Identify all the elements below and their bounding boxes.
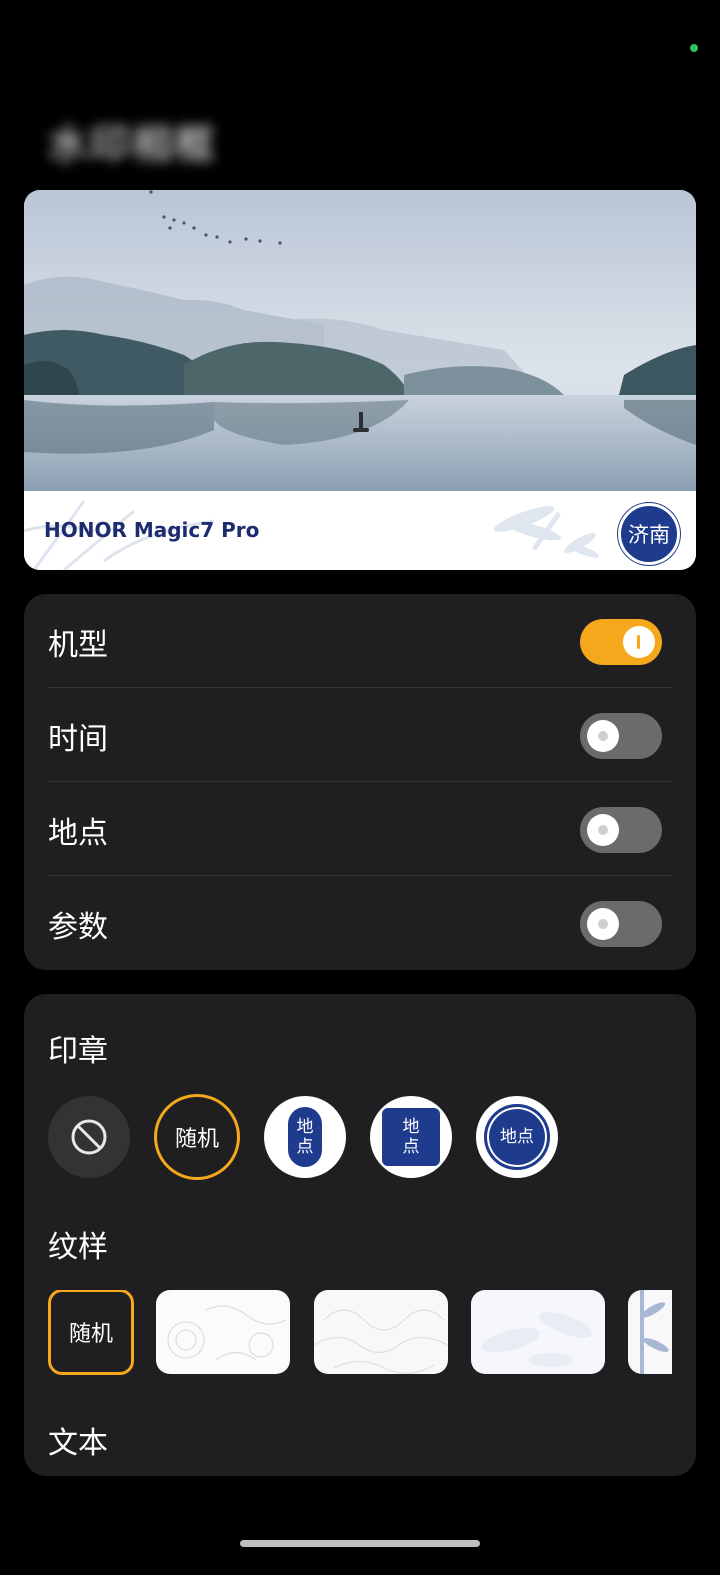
pattern-options: 随机 — [48, 1290, 672, 1376]
round-stamp: 地点 — [484, 1104, 550, 1170]
round-stamp-text: 地点 — [500, 1127, 534, 1147]
text-section-label: 文本 — [48, 1426, 108, 1461]
square-stamp: 地点 — [382, 1108, 440, 1166]
toggle-row-location[interactable]: 地点 — [24, 782, 696, 876]
switch-knob — [587, 814, 619, 846]
location-seal-text: 济南 — [628, 523, 670, 547]
seal-section-label: 印章 — [48, 1034, 108, 1069]
pattern-section-label: 纹样 — [48, 1230, 108, 1265]
device-model-text: HONOR Magic7 Pro — [44, 518, 260, 542]
seal-random-label: 随机 — [174, 1127, 219, 1152]
switch-knob — [587, 908, 619, 940]
pattern-option-ink-bamboo[interactable] — [628, 1290, 672, 1374]
style-options-card: 印章 随机 地点 地点 地点 纹样 随机 文本 — [24, 994, 696, 1476]
toggle-row-time[interactable]: 时间 — [24, 688, 696, 782]
seal-option-none[interactable] — [48, 1096, 130, 1178]
status-indicator-dot — [690, 44, 698, 52]
toggle-label: 时间 — [48, 722, 108, 757]
location-seal: 济南 — [618, 503, 680, 565]
switch-knob — [587, 720, 619, 752]
pattern-random-label: 随机 — [68, 1322, 113, 1347]
landscape-photo — [24, 190, 696, 491]
pattern-option-floral[interactable] — [156, 1290, 290, 1374]
switch-knob — [623, 626, 655, 658]
pattern-option-cloud[interactable] — [314, 1290, 448, 1374]
square-stamp-text: 地点 — [402, 1117, 420, 1157]
toggle-label: 机型 — [48, 628, 108, 663]
model-toggle-switch[interactable] — [580, 619, 662, 665]
time-toggle-switch[interactable] — [580, 713, 662, 759]
cloud-pattern — [314, 1309, 448, 1374]
watermark-frame: HONOR Magic7 Pro 济南 — [24, 491, 696, 570]
seal-options: 随机 地点 地点 地点 — [48, 1094, 668, 1182]
seal-option-random[interactable]: 随机 — [154, 1094, 240, 1180]
floral-pattern — [167, 1305, 287, 1361]
pattern-option-bamboo[interactable] — [471, 1290, 605, 1374]
bamboo-pattern — [481, 1312, 593, 1367]
oval-stamp: 地点 — [288, 1107, 322, 1167]
toggle-label: 参数 — [48, 910, 108, 945]
ink-bamboo-pattern — [640, 1290, 669, 1374]
seal-option-round[interactable]: 地点 — [476, 1096, 558, 1178]
seal-option-square[interactable]: 地点 — [370, 1096, 452, 1178]
page-title-text: 水印相框 — [48, 122, 216, 168]
params-toggle-switch[interactable] — [580, 901, 662, 947]
info-toggles-card: 机型 时间 地点 参数 — [24, 594, 696, 970]
seal-option-oval[interactable]: 地点 — [264, 1096, 346, 1178]
watermark-preview: HONOR Magic7 Pro 济南 — [24, 190, 696, 570]
home-indicator[interactable] — [240, 1540, 480, 1547]
oval-stamp-text: 地点 — [296, 1117, 314, 1157]
location-toggle-switch[interactable] — [580, 807, 662, 853]
ban-icon — [71, 1119, 107, 1155]
page-title: 水印相框 — [48, 112, 288, 168]
toggle-label: 地点 — [48, 816, 108, 851]
toggle-row-params[interactable]: 参数 — [24, 876, 696, 970]
pattern-option-random[interactable]: 随机 — [48, 1290, 134, 1375]
toggle-row-model[interactable]: 机型 — [24, 594, 696, 688]
